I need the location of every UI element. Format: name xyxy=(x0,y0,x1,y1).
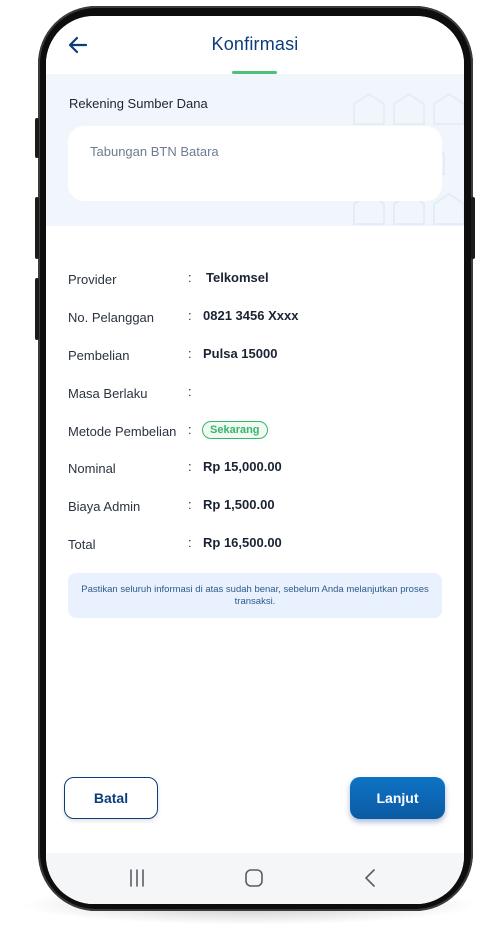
detail-colon: : xyxy=(188,384,192,399)
home-icon[interactable] xyxy=(243,867,265,889)
detail-label: Provider xyxy=(68,272,117,287)
detail-label: Metode Pembelian xyxy=(68,424,177,439)
detail-label: Pembelian xyxy=(68,348,130,363)
detail-colon: : xyxy=(188,459,192,474)
back-chevron-icon[interactable] xyxy=(360,867,382,889)
detail-row-provider: Provider : Telkomsel xyxy=(68,270,448,290)
source-account-label: Rekening Sumber Dana xyxy=(69,96,208,111)
detail-row-nominal: Nominal : Rp 15,000.00 xyxy=(68,459,448,479)
page-title: Konfirmasi xyxy=(211,34,299,54)
detail-label: Biaya Admin xyxy=(68,499,141,514)
continue-button[interactable]: Lanjut xyxy=(350,777,445,819)
detail-label: Nominal xyxy=(68,461,116,476)
confirmation-notice: Pastikan seluruh informasi di atas sudah… xyxy=(68,573,442,618)
source-account-card[interactable]: Tabungan BTN Batara xyxy=(68,126,442,201)
app-header: Konfirmasi xyxy=(46,16,464,74)
recent-apps-icon[interactable] xyxy=(126,867,148,889)
detail-label: Masa Berlaku xyxy=(68,386,148,401)
source-account-section: Rekening Sumber Dana Tabungan BTN Batara xyxy=(46,74,464,226)
notice-text: Pastikan seluruh informasi di atas sudah… xyxy=(81,583,429,607)
detail-colon: : xyxy=(188,270,192,285)
volume-up-button xyxy=(35,118,39,158)
detail-row-method: Metode Pembelian : Sekarang xyxy=(68,421,448,442)
detail-value: Pulsa 15000 xyxy=(203,346,278,361)
system-navigation-bar xyxy=(46,853,464,904)
detail-row-customer-number: No. Pelanggan : 0821 3456 Xxxx xyxy=(68,308,448,328)
detail-value: 0821 3456 Xxxx xyxy=(203,308,299,323)
detail-colon: : xyxy=(188,497,192,512)
detail-value: Rp 15,000.00 xyxy=(203,459,282,474)
detail-label: Total xyxy=(68,537,96,552)
detail-row-purchase: Pembelian : Pulsa 15000 xyxy=(68,346,448,366)
power-button xyxy=(471,197,475,259)
detail-value: Telkomsel xyxy=(206,270,269,285)
detail-row-admin-fee: Biaya Admin : Rp 1,500.00 xyxy=(68,497,448,517)
detail-value: Rp 16,500.00 xyxy=(203,535,282,550)
bixby-button xyxy=(35,278,39,340)
detail-label: No. Pelanggan xyxy=(68,310,155,325)
cancel-button[interactable]: Batal xyxy=(64,777,158,819)
status-badge: Sekarang xyxy=(202,421,268,439)
detail-row-validity: Masa Berlaku : xyxy=(68,384,448,404)
detail-row-total: Total : Rp 16,500.00 xyxy=(68,535,448,555)
volume-down-button xyxy=(35,197,39,259)
detail-value: Rp 1,500.00 xyxy=(203,497,275,512)
screen: Konfirmasi Rekening Sumber Dana Tabungan… xyxy=(46,16,464,904)
detail-colon: : xyxy=(188,422,192,437)
detail-colon: : xyxy=(188,308,192,323)
detail-colon: : xyxy=(188,346,192,361)
detail-colon: : xyxy=(188,535,192,550)
source-account-value: Tabungan BTN Batara xyxy=(90,144,219,159)
